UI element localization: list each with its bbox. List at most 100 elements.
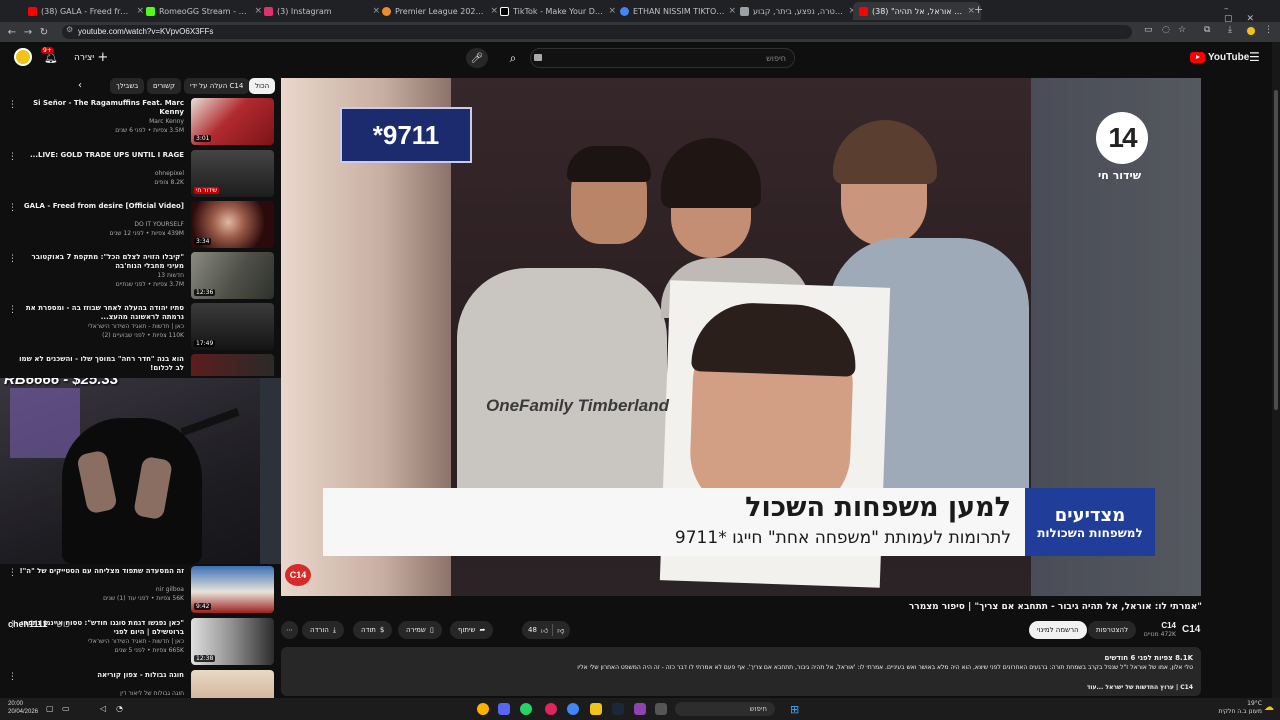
like-icon[interactable]: 👍︎ [541, 626, 548, 635]
description-box[interactable]: 8.1K צפיות לפני 6 חודשים טלי אלון, אמו ש… [281, 647, 1201, 696]
video-thumbnail[interactable]: 12:38 [191, 618, 274, 665]
more-options-icon[interactable]: ⋮ [8, 254, 17, 264]
thanks-button[interactable]: תודה $ [353, 621, 393, 639]
notification-icon[interactable]: ▢ [46, 704, 54, 713]
more-options-icon[interactable]: ⋮ [8, 672, 17, 682]
account-avatar[interactable] [14, 48, 32, 66]
task-view-icon[interactable] [655, 703, 667, 715]
site-info-icon[interactable]: ⚙ [66, 25, 73, 34]
more-options-icon[interactable]: ⋮ [8, 203, 17, 213]
create-button[interactable]: יצירה + [74, 50, 108, 65]
video-thumbnail[interactable] [191, 670, 274, 698]
tab-premier-league[interactable]: Premier League 2026 table, Sta× [376, 2, 504, 20]
notification-count-badge: 9+ [41, 47, 54, 54]
like-dislike-group[interactable]: 48 👍︎ 👎︎ [522, 621, 571, 639]
tiktok-icon [500, 6, 509, 16]
more-options-icon[interactable]: ⋮ [8, 568, 17, 578]
list-item[interactable]: ⋮ סתיו יהודה בהעלה לאחר שבוזז בה - ומספר… [8, 303, 274, 353]
youtube-icon [859, 6, 868, 16]
chrome-icon[interactable] [567, 703, 579, 715]
video-thumbnail[interactable]: 3:34 [191, 201, 274, 248]
video-thumbnail[interactable]: 12:36 [191, 252, 274, 299]
taskbar-clock[interactable]: 20:00 20/04/2026 [8, 700, 38, 716]
eye-off-icon[interactable]: ◌ [1162, 25, 1170, 35]
scrollbar-thumb[interactable] [1274, 90, 1278, 410]
search-input[interactable]: חיפוש [530, 48, 795, 68]
steam-icon[interactable] [612, 703, 624, 715]
subscribe-button[interactable]: הרשמה למינוי [1029, 621, 1087, 639]
chat-message: chen1111 כושי [8, 619, 70, 629]
wifi-icon[interactable]: ◔ [116, 704, 123, 713]
taskbar-app-icon[interactable] [545, 703, 557, 715]
share-button[interactable]: שיתוף ➦ [450, 621, 494, 639]
taskbar-app-icon[interactable] [634, 703, 646, 715]
tab-tiktok[interactable]: TikTok - Make Your Day × [494, 2, 622, 20]
video-player[interactable]: OneFamily Timberland *9711 14 שידור חי ל… [281, 78, 1201, 596]
back-icon[interactable]: ← [4, 27, 20, 38]
cast-icon[interactable]: ▭ [1144, 25, 1153, 35]
menu-kebab-icon[interactable]: ⋮ [1264, 25, 1273, 35]
window-controls[interactable]: –▢✕ [1224, 4, 1280, 24]
folder-icon[interactable] [590, 703, 602, 715]
download-button[interactable]: הורדה ⤓ [302, 621, 344, 639]
save-button[interactable]: שמירה ▯ [398, 621, 442, 639]
tab-google-search[interactable]: ETHAN NISSIM TIKTOK - חיפוש× [614, 2, 742, 20]
tab-gala[interactable]: (38) GALA - Freed from desire× [22, 2, 150, 20]
list-item[interactable]: הוא בנה "חדר רחה" במוסך שלו - והשכנים לא… [8, 354, 274, 376]
channel-name[interactable]: C14 [1150, 621, 1176, 630]
taskbar-app-icon[interactable] [477, 703, 489, 715]
chip-from-channel[interactable]: העלה על ידי C14 [184, 78, 250, 94]
list-item[interactable]: ⋮ GALA - Freed from desire [Official Vid… [8, 201, 274, 251]
list-item[interactable]: ⋮ LIVE: GOLD TRADE UPS UNTIL I RAGE... o… [8, 150, 274, 200]
new-tab-button[interactable]: + [974, 3, 983, 16]
chip-all[interactable]: הכול [249, 78, 276, 94]
list-item[interactable]: ⋮ חוגה גבולות - צפון קוריאה חוגה גבולות … [8, 670, 274, 698]
banner-main-text: למען משפחות השכול [745, 492, 1011, 523]
video-thumbnail[interactable]: 9:42 [191, 566, 274, 613]
volume-icon[interactable]: ◁ [100, 704, 106, 713]
more-options-icon[interactable]: ⋮ [8, 305, 17, 315]
dislike-icon[interactable]: 👎︎ [557, 626, 564, 635]
join-button[interactable]: להצטרפות [1088, 621, 1137, 639]
video-thumbnail[interactable] [191, 354, 274, 376]
bookmark-star-icon[interactable]: ☆ [1178, 25, 1186, 35]
language-icon[interactable]: ▭ [62, 704, 70, 713]
taskbar-app-icon[interactable] [520, 703, 532, 715]
reload-icon[interactable]: ↻ [36, 27, 52, 38]
list-item[interactable]: ⋮ זה המסעדה שתפוד מצליחה עם הסטייקים של … [8, 566, 274, 616]
video-thumbnail[interactable]: 3:01 [191, 98, 274, 145]
taskbar-app-icon[interactable] [498, 703, 510, 715]
description-more[interactable]: C14 | ערוץ החדשות של ישראל ...עוד [1087, 684, 1193, 691]
shirt-text: OneFamily Timberland [486, 396, 669, 415]
list-item[interactable]: ⋮ Si Señor - The Ragamuffins Feat. Marc … [8, 98, 274, 148]
windows-start-icon[interactable]: ⊞ [790, 703, 799, 716]
downloads-icon[interactable]: ⤓ [1228, 25, 1232, 35]
more-actions-button[interactable]: ⋯ [281, 621, 298, 639]
instagram-icon [264, 6, 273, 16]
youtube-logo[interactable]: YouTube [1190, 49, 1249, 65]
voice-search-button[interactable]: 🎤︎ [466, 48, 488, 68]
keyboard-icon[interactable] [534, 54, 542, 61]
chips-prev-icon[interactable]: ‹ [78, 80, 82, 91]
forward-icon[interactable]: → [20, 27, 36, 38]
more-options-icon[interactable]: ⋮ [8, 152, 17, 162]
chip-for-you[interactable]: בשבילך [110, 78, 145, 94]
extensions-icon[interactable]: ⧉ [1204, 25, 1210, 35]
taskbar-search[interactable]: חיפוש [675, 702, 775, 716]
tab-kick[interactable]: RomeoGG Stream - Watch Live× [140, 2, 268, 20]
search-button[interactable]: ⌕ [500, 48, 526, 68]
tab-news[interactable]: ניצב משטרה, נפצע, ביתר, קבוע× [734, 2, 862, 20]
tab-active-video[interactable]: (38) "אמרתי לו: אוראל, אל תהיה× [853, 2, 981, 20]
download-icon: ⤓ [332, 625, 336, 634]
hamburger-menu-icon[interactable]: ☰ [1249, 50, 1260, 64]
url-field[interactable]: youtube.com/watch?v=KVpvO6X3FFs [62, 25, 1132, 39]
weather-widget[interactable]: 19°C מעונן ב.ה חלקית [1212, 700, 1263, 716]
channel-avatar[interactable]: C14 [1182, 624, 1200, 635]
profile-avatar[interactable] [1245, 25, 1257, 37]
video-thumbnail[interactable]: 17:49 [191, 303, 274, 350]
chip-related[interactable]: קשורים [147, 78, 181, 94]
tab-instagram[interactable]: (3) Instagram × [258, 2, 386, 20]
video-thumbnail[interactable]: שידור חי [191, 150, 274, 197]
list-item[interactable]: ⋮ "קיבלו הזויה לצלם הכל": מתקפת 7 באוקטו… [8, 252, 274, 302]
more-options-icon[interactable]: ⋮ [8, 100, 17, 110]
